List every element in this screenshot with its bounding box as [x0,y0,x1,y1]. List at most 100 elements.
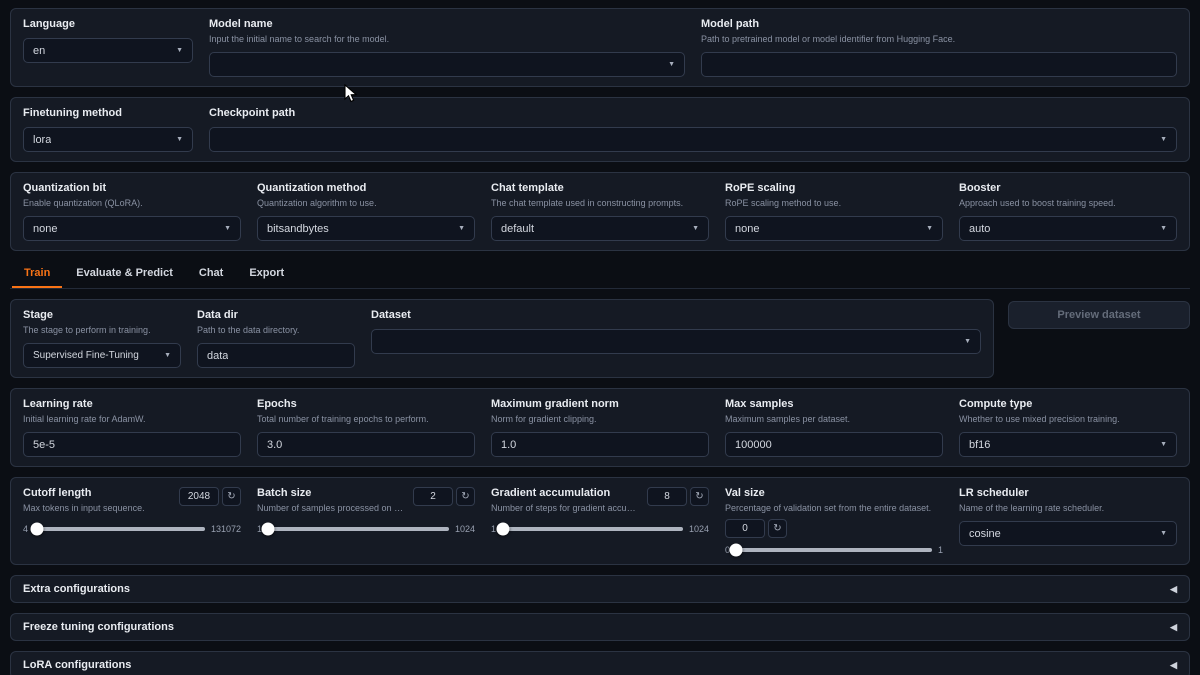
model-path-label: Model path [701,18,1177,31]
cutoff-length-field: Cutoff length Max tokens in input sequen… [23,487,241,555]
compute-type-field: Compute type Whether to use mixed precis… [959,398,1177,457]
accordion-label: LoRA configurations [23,659,131,671]
learning-rate-field: Learning rate Initial learning rate for … [23,398,241,457]
rope-scaling-value: none [735,223,759,235]
lr-scheduler-value: cosine [969,528,1001,540]
quantization-method-field: Quantization method Quantization algorit… [257,182,475,241]
slider-handle[interactable] [730,544,743,557]
accordion-extra-configurations[interactable]: Extra configurations ◀ [10,575,1190,603]
lr-scheduler-dropdown[interactable]: cosine ▼ [959,521,1177,546]
stage-field: Stage The stage to perform in training. … [23,309,181,368]
slider-max-label: 1024 [689,524,709,534]
language-field: Language en ▼ [23,18,193,77]
lr-scheduler-info: Name of the learning rate scheduler. [959,503,1177,514]
language-dropdown[interactable]: en ▼ [23,38,193,63]
chat-template-dropdown[interactable]: default ▼ [491,216,709,241]
dataset-label: Dataset [371,309,981,322]
tab-train[interactable]: Train [12,261,62,288]
language-label: Language [23,18,193,31]
chevron-down-icon: ▼ [1160,225,1167,232]
booster-field: Booster Approach used to boost training … [959,182,1177,241]
batch-size-number-input[interactable]: 2 [413,487,453,506]
stage-dropdown[interactable]: Supervised Fine-Tuning ▼ [23,343,181,368]
sliders-panel: Cutoff length Max tokens in input sequen… [10,477,1190,565]
epochs-label: Epochs [257,398,475,411]
chevron-down-icon: ▼ [224,225,231,232]
batch-size-slider[interactable] [268,527,449,531]
checkpoint-path-label: Checkpoint path [209,107,1177,120]
cutoff-length-number-input[interactable]: 2048 [179,487,219,506]
val-size-slider[interactable] [736,548,932,552]
model-name-dropdown[interactable]: ▼ [209,52,685,77]
chevron-down-icon: ▼ [1160,441,1167,448]
gradient-accumulation-label: Gradient accumulation [491,487,639,500]
quantization-method-value: bitsandbytes [267,223,329,235]
learning-rate-info: Initial learning rate for AdamW. [23,414,241,425]
learning-rate-label: Learning rate [23,398,241,411]
accordion-lora-configurations[interactable]: LoRA configurations ◀ [10,651,1190,675]
main-tabs: Train Evaluate & Predict Chat Export [10,261,1190,289]
reset-icon[interactable]: ↻ [690,487,709,506]
cutoff-length-label: Cutoff length [23,487,145,500]
max-samples-input[interactable]: 100000 [725,432,943,457]
reset-icon[interactable]: ↻ [222,487,241,506]
compute-type-label: Compute type [959,398,1177,411]
accordion-freeze-tuning-configurations[interactable]: Freeze tuning configurations ◀ [10,613,1190,641]
accordion-collapsed-icon: ◀ [1170,622,1177,633]
accordion-label: Extra configurations [23,583,130,595]
val-size-field: Val size Percentage of validation set fr… [725,487,943,555]
checkpoint-path-dropdown[interactable]: ▼ [209,127,1177,152]
slider-handle[interactable] [262,523,275,536]
quantization-bit-dropdown[interactable]: none ▼ [23,216,241,241]
chat-template-info: The chat template used in constructing p… [491,198,709,209]
stage-label: Stage [23,309,181,322]
booster-info: Approach used to boost training speed. [959,198,1177,209]
max-samples-value: 100000 [735,439,772,451]
data-dir-input[interactable]: data [197,343,355,368]
rope-scaling-dropdown[interactable]: none ▼ [725,216,943,241]
rope-scaling-info: RoPE scaling method to use. [725,198,943,209]
gradient-accumulation-number-input[interactable]: 8 [647,487,687,506]
epochs-input[interactable]: 3.0 [257,432,475,457]
reset-icon[interactable]: ↻ [768,519,787,538]
quantization-bit-value: none [33,223,57,235]
lr-scheduler-label: LR scheduler [959,487,1177,500]
reset-icon[interactable]: ↻ [456,487,475,506]
cutoff-length-slider[interactable] [34,527,205,531]
val-size-number-input[interactable]: 0 [725,519,765,538]
slider-handle[interactable] [497,523,510,536]
gradient-accumulation-slider[interactable] [502,527,683,531]
booster-dropdown[interactable]: auto ▼ [959,216,1177,241]
batch-size-field: Batch size Number of samples processed o… [257,487,475,555]
epochs-info: Total number of training epochs to perfo… [257,414,475,425]
model-path-info: Path to pretrained model or model identi… [701,34,1177,45]
chat-template-field: Chat template The chat template used in … [491,182,709,241]
slider-min-label: 4 [23,524,28,534]
booster-label: Booster [959,182,1177,195]
chat-template-label: Chat template [491,182,709,195]
tab-evaluate-predict[interactable]: Evaluate & Predict [64,261,185,288]
preview-dataset-button[interactable]: Preview dataset [1008,301,1190,329]
quantization-method-dropdown[interactable]: bitsandbytes ▼ [257,216,475,241]
slider-handle[interactable] [30,523,43,536]
learning-rate-input[interactable]: 5e-5 [23,432,241,457]
finetuning-method-dropdown[interactable]: lora ▼ [23,127,193,152]
model-path-field: Model path Path to pretrained model or m… [701,18,1177,77]
tab-export[interactable]: Export [237,261,296,288]
data-dir-value: data [207,350,228,362]
chevron-down-icon: ▼ [1160,136,1167,143]
dataset-field: Dataset ▼ [371,309,981,368]
tab-chat[interactable]: Chat [187,261,235,288]
max-grad-norm-input[interactable]: 1.0 [491,432,709,457]
quantization-bit-info: Enable quantization (QLoRA). [23,198,241,209]
data-dir-field: Data dir Path to the data directory. dat… [197,309,355,368]
max-samples-field: Max samples Maximum samples per dataset.… [725,398,943,457]
model-path-input[interactable] [701,52,1177,77]
rope-scaling-field: RoPE scaling RoPE scaling method to use.… [725,182,943,241]
checkpoint-path-field: Checkpoint path ▼ [209,107,1177,152]
compute-type-dropdown[interactable]: bf16 ▼ [959,432,1177,457]
advanced-config-panel: Quantization bit Enable quantization (QL… [10,172,1190,251]
accordion-collapsed-icon: ◀ [1170,584,1177,595]
dataset-dropdown[interactable]: ▼ [371,329,981,354]
max-grad-norm-label: Maximum gradient norm [491,398,709,411]
